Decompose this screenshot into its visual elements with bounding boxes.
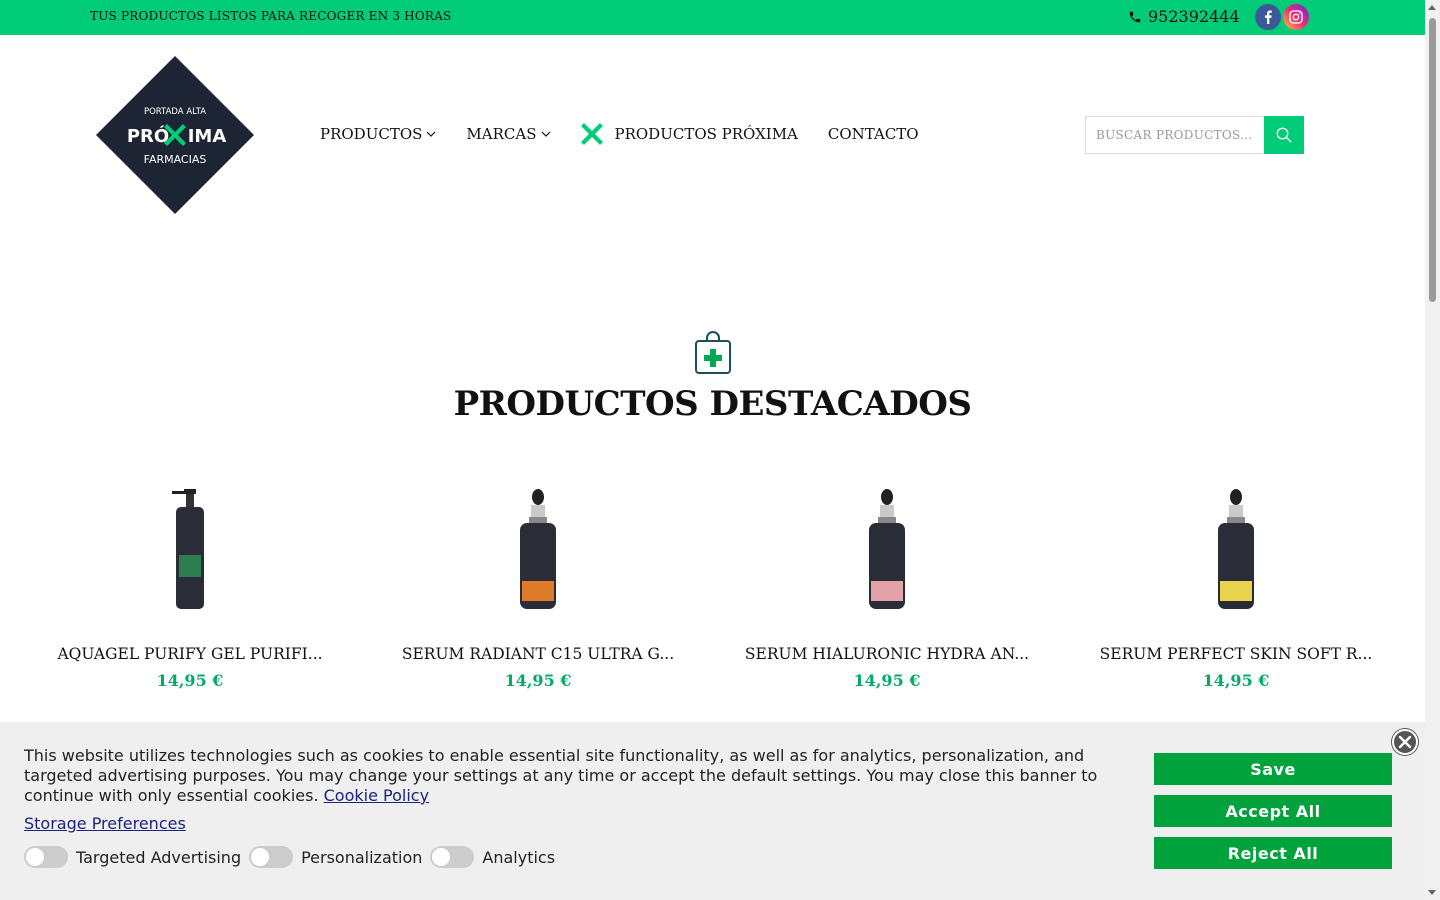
product-image[interactable] [508, 485, 568, 615]
phone-icon [1129, 11, 1141, 22]
toggle-analytics[interactable]: Analytics [430, 846, 555, 868]
nav-label: PRODUCTOS PRÓXIMA [614, 125, 798, 143]
product-card[interactable]: AQUAGEL PURIFY GEL PURIFI... 14,95 € [20, 485, 360, 690]
chevron-down-icon [541, 131, 550, 137]
medical-bag-icon [694, 331, 732, 375]
main-nav: PRODUCTOS MARCAS PRODUCTOS PRÓXIMA CONTA… [320, 123, 919, 145]
cookie-message: This website utilizes technologies such … [24, 746, 1098, 805]
product-card[interactable]: SERUM HIALURONIC HYDRA AN... 14,95 € [717, 485, 1057, 690]
close-icon[interactable] [1392, 729, 1418, 755]
product-price: 14,95 € [1202, 671, 1270, 690]
logo-line1: PORTADA ALTA [144, 107, 206, 117]
save-button[interactable]: Save [1154, 753, 1392, 785]
product-label-band [871, 581, 903, 601]
site-logo[interactable]: PORTADA ALTA PRÓ IMA FARMACIAS [96, 56, 254, 214]
instagram-icon[interactable] [1283, 4, 1309, 30]
toggle-switch[interactable] [249, 846, 294, 868]
storage-preferences-link[interactable]: Storage Preferences [24, 814, 186, 833]
toggle-switch[interactable] [24, 846, 68, 868]
product-price: 14,95 € [156, 671, 224, 690]
product-card[interactable]: SERUM PERFECT SKIN SOFT R... 14,95 € [1066, 485, 1406, 690]
product-label-band [179, 555, 201, 577]
scroll-up-icon[interactable] [1428, 5, 1436, 10]
nav-label: CONTACTO [827, 125, 919, 143]
scrollbar-thumb[interactable] [1429, 18, 1436, 302]
product-price: 14,95 € [504, 671, 572, 690]
product-label-band [1220, 581, 1252, 601]
phone-link[interactable]: 952392444 [1128, 7, 1240, 26]
nav-item-productos[interactable]: PRODUCTOS [320, 125, 436, 143]
scroll-down-icon[interactable] [1428, 890, 1436, 895]
search-icon [1276, 127, 1292, 143]
chevron-down-icon [426, 131, 436, 137]
section-title: PRODUCTOS DESTACADOS [453, 384, 972, 424]
cookie-policy-link[interactable]: Cookie Policy [324, 786, 429, 805]
nav-item-productos-proxima[interactable]: PRODUCTOS PRÓXIMA [580, 123, 798, 145]
product-image[interactable] [857, 485, 917, 615]
product-price: 14,95 € [853, 671, 921, 690]
product-name[interactable]: AQUAGEL PURIFY GEL PURIFI... [20, 645, 360, 663]
reject-all-button[interactable]: Reject All [1154, 837, 1392, 869]
promo-text: Tus productos listos para recoger en 3 h… [90, 9, 452, 23]
logo-line2a: PRÓ [127, 125, 169, 147]
logo-line3: FARMACIAS [144, 153, 207, 166]
cookie-text: This website utilizes technologies such … [24, 746, 1114, 806]
product-name[interactable]: SERUM HIALURONIC HYDRA AN... [717, 645, 1057, 663]
toggle-targeted-advertising[interactable]: Targeted Advertising [24, 846, 241, 868]
toggle-label: Analytics [482, 847, 556, 867]
nav-label: MARCAS [466, 125, 537, 143]
product-card[interactable]: SERUM RADIANT C15 ULTRA G... 14,95 € [368, 485, 708, 690]
accept-all-button[interactable]: Accept All [1154, 795, 1392, 827]
search-button[interactable] [1264, 116, 1304, 154]
cross-icon [580, 123, 603, 145]
page-scrollbar[interactable] [1425, 0, 1440, 900]
search-input[interactable] [1085, 116, 1265, 154]
toggle-label: Targeted Advertising [76, 847, 242, 867]
cookie-banner: This website utilizes technologies such … [0, 722, 1425, 900]
nav-item-marcas[interactable]: MARCAS [466, 125, 550, 143]
search-form [1085, 116, 1304, 154]
product-name[interactable]: SERUM PERFECT SKIN SOFT R... [1066, 645, 1406, 663]
nav-label: PRODUCTOS [320, 125, 423, 143]
product-image[interactable] [1206, 485, 1266, 615]
phone-number: 952392444 [1148, 7, 1240, 26]
product-name[interactable]: SERUM RADIANT C15 ULTRA G... [368, 645, 708, 663]
nav-item-contacto[interactable]: CONTACTO [828, 125, 919, 143]
logo-line2b: IMA [188, 126, 227, 147]
product-image[interactable] [160, 485, 220, 615]
product-label-band [522, 581, 554, 601]
cookie-toggles: Targeted Advertising Personalization Ana… [24, 846, 563, 868]
top-bar: Tus productos listos para recoger en 3 h… [0, 0, 1425, 35]
toggle-label: Personalization [301, 847, 423, 867]
toggle-personalization[interactable]: Personalization [249, 846, 422, 868]
toggle-switch[interactable] [430, 846, 475, 868]
facebook-icon[interactable] [1255, 4, 1281, 30]
